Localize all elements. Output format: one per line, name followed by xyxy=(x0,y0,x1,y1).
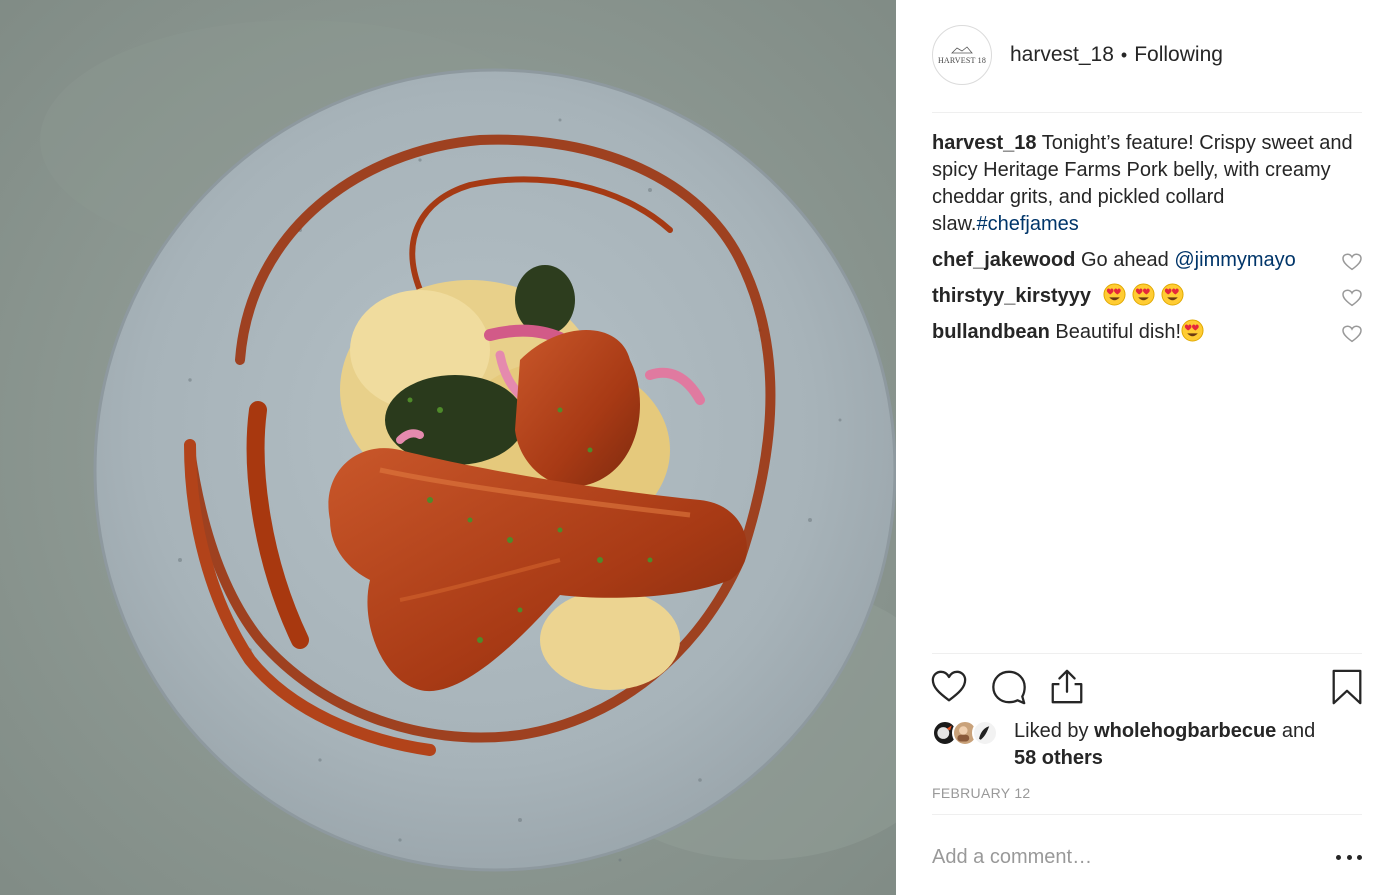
heart-icon[interactable] xyxy=(930,668,968,706)
likes-middle: and xyxy=(1276,720,1316,742)
heart-eyes-emoji-icon xyxy=(1103,283,1126,306)
comment-text: Beautiful dish! xyxy=(1055,321,1181,343)
likes-summary: Liked by wholehogbarbecue and 58 others xyxy=(932,718,1362,772)
liker-avatar[interactable] xyxy=(972,720,998,746)
barn-logo-icon xyxy=(951,45,973,53)
comment-username[interactable]: thirstyy_kirstyyy xyxy=(932,285,1091,307)
food-photo-image xyxy=(0,0,896,895)
header-divider xyxy=(932,112,1362,113)
likes-prefix: Liked by xyxy=(1014,720,1095,742)
avatar-logo-text: HARVEST 18 xyxy=(937,55,987,65)
heart-eyes-emoji-icon xyxy=(1132,283,1155,306)
profile-avatar[interactable]: HARVEST 18 xyxy=(932,25,992,85)
comment-mention[interactable]: @jimmymayo xyxy=(1174,249,1295,271)
liker-avatars xyxy=(932,720,998,772)
heart-eyes-emoji-icon xyxy=(1161,283,1184,306)
post-date[interactable]: FEBRUARY 12 xyxy=(932,785,1031,801)
comment-box-divider xyxy=(932,814,1362,815)
bookmark-icon[interactable] xyxy=(1328,668,1366,706)
comment-item: chef_jakewood Go ahead @jimmymayo xyxy=(932,247,1362,274)
comment-icon[interactable] xyxy=(990,668,1028,706)
more-options-icon[interactable] xyxy=(1336,852,1362,862)
comments-list: harvest_18 Tonight’s feature! Crispy swe… xyxy=(932,130,1362,346)
post-sidebar: HARVEST 18 harvest_18 • Following harves… xyxy=(896,0,1390,895)
post-actions xyxy=(930,668,1362,708)
following-button[interactable]: Following xyxy=(1134,43,1223,67)
heart-eyes-emoji-icon xyxy=(1181,319,1204,342)
likes-username[interactable]: wholehogbarbecue xyxy=(1094,720,1276,742)
like-comment-heart-icon[interactable] xyxy=(1342,253,1362,271)
header-username[interactable]: harvest_18 xyxy=(1010,43,1114,67)
likes-text: Liked by wholehogbarbecue and 58 others xyxy=(1014,718,1315,772)
comment-username[interactable]: bullandbean xyxy=(932,321,1050,343)
caption-hashtag[interactable]: #chefjames xyxy=(976,213,1078,235)
actions-divider xyxy=(932,653,1362,654)
like-comment-heart-icon[interactable] xyxy=(1342,325,1362,343)
header-separator: • xyxy=(1120,44,1128,65)
comment-emojis xyxy=(1103,283,1190,307)
post-photo[interactable] xyxy=(0,0,896,895)
likes-others-link[interactable]: 58 others xyxy=(1014,747,1103,769)
add-comment-bar xyxy=(932,838,1362,876)
post-header: HARVEST 18 harvest_18 • Following xyxy=(932,25,1362,85)
comment-text: Go ahead xyxy=(1080,249,1175,271)
post-caption: harvest_18 Tonight’s feature! Crispy swe… xyxy=(932,130,1362,238)
comment-input[interactable] xyxy=(932,845,1336,869)
caption-username[interactable]: harvest_18 xyxy=(932,132,1037,154)
comment-item: thirstyy_kirstyyy xyxy=(932,283,1362,310)
like-comment-heart-icon[interactable] xyxy=(1342,289,1362,307)
share-icon[interactable] xyxy=(1048,668,1086,706)
comment-item: bullandbean Beautiful dish! xyxy=(932,319,1362,346)
comment-username[interactable]: chef_jakewood xyxy=(932,249,1075,271)
